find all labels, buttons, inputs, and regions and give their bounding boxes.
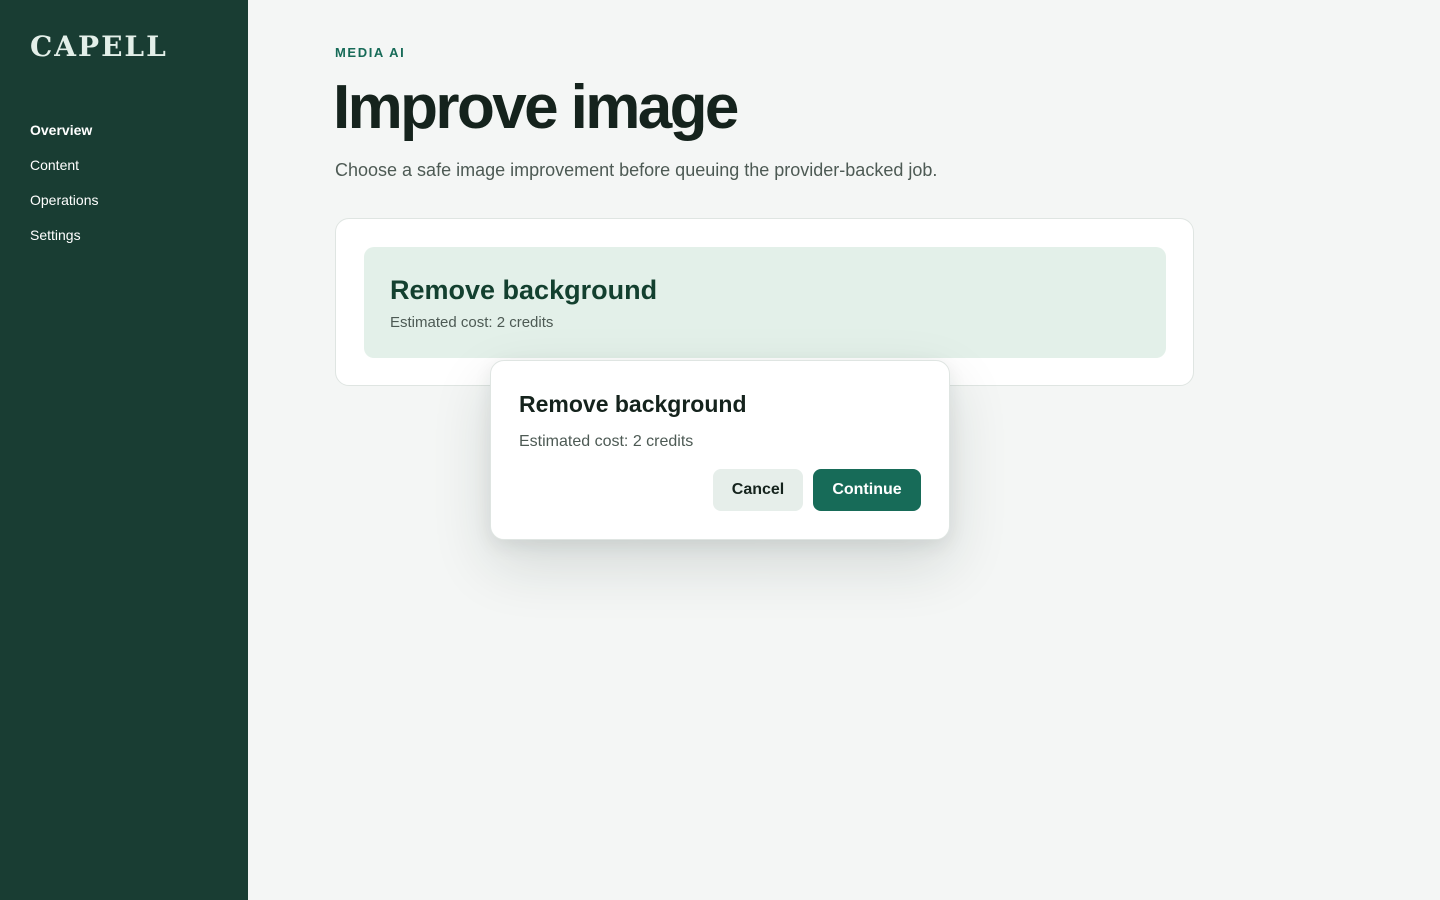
cancel-button[interactable]: Cancel: [713, 469, 803, 511]
continue-button[interactable]: Continue: [813, 469, 921, 511]
page-title: Improve image: [333, 73, 739, 142]
confirm-dialog: Remove background Estimated cost: 2 cred…: [490, 360, 950, 540]
sidebar-item-content[interactable]: Content: [30, 155, 218, 190]
section-eyebrow: MEDIA AI: [335, 45, 406, 60]
dialog-actions: Cancel Continue: [713, 469, 921, 511]
option-cost: Estimated cost: 2 credits: [390, 314, 554, 331]
sidebar-item-overview[interactable]: Overview: [30, 120, 218, 155]
dialog-cost: Estimated cost: 2 credits: [519, 433, 694, 450]
sidebar: CAPELL Overview Content Operations Setti…: [0, 0, 248, 900]
logo: CAPELL: [30, 30, 168, 63]
sidebar-item-operations[interactable]: Operations: [30, 190, 218, 225]
dialog-title: Remove background: [519, 391, 747, 417]
sidebar-item-settings[interactable]: Settings: [30, 225, 218, 260]
page-subtitle: Choose a safe image improvement before q…: [335, 160, 938, 180]
option-remove-background[interactable]: Remove background Estimated cost: 2 cred…: [364, 247, 1166, 358]
option-title: Remove background: [390, 275, 658, 305]
sidebar-nav: Overview Content Operations Settings: [30, 120, 218, 260]
